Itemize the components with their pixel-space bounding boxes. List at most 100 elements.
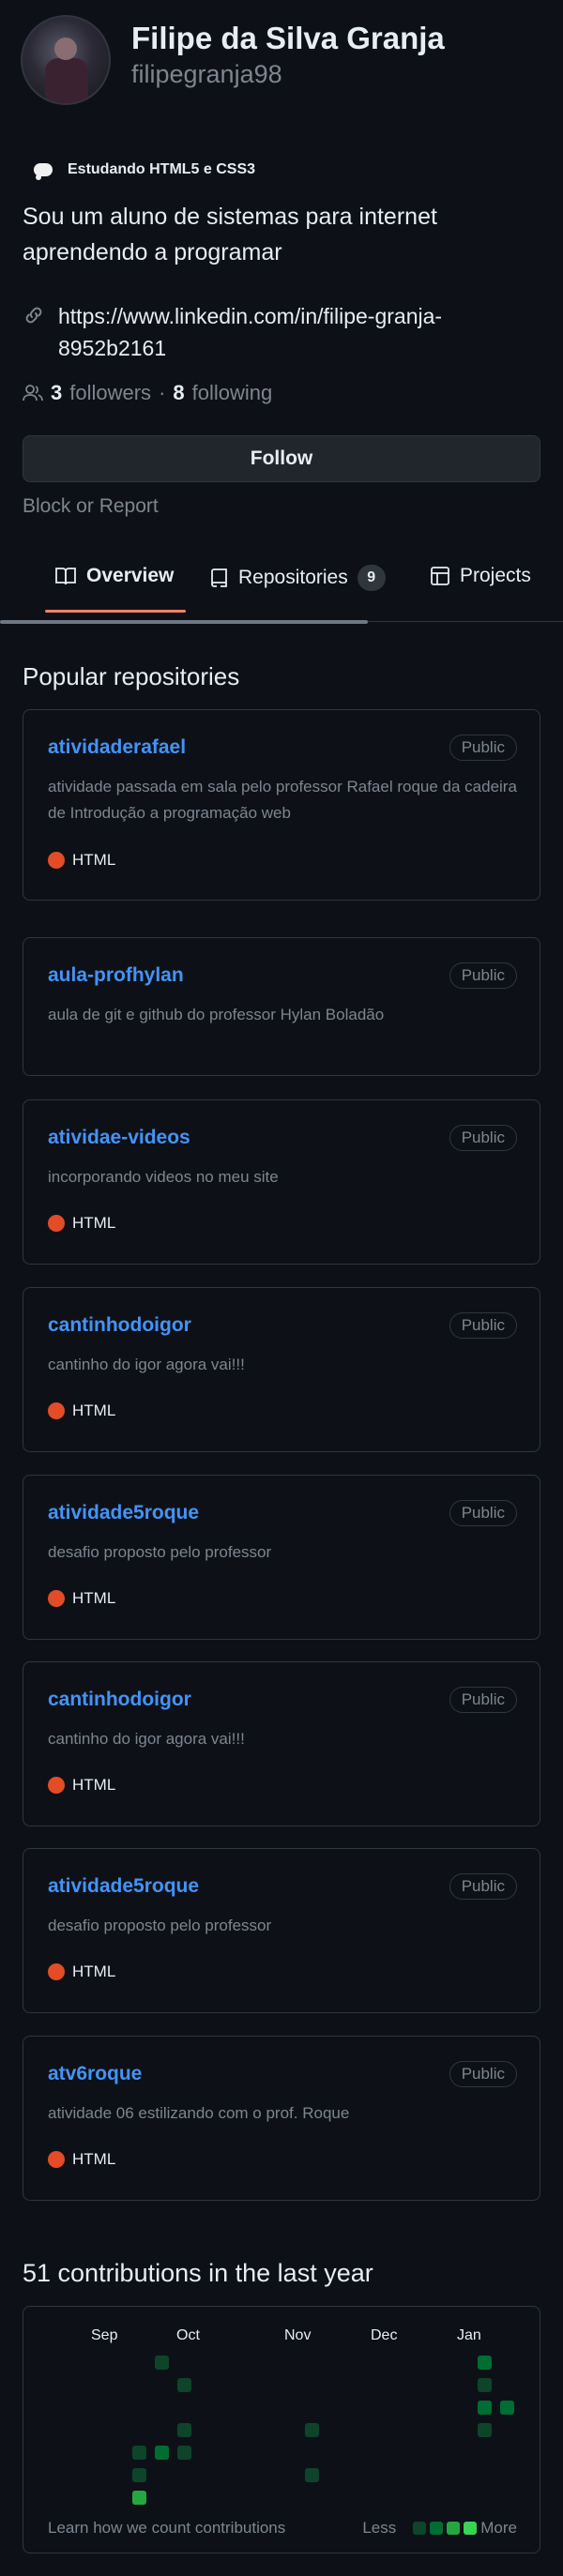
language-name: HTML: [72, 1402, 116, 1419]
tab-overview[interactable]: Overview: [54, 565, 174, 587]
following-count[interactable]: 8: [173, 381, 184, 405]
contribution-cell[interactable]: [478, 2401, 492, 2415]
month-label-sep: Sep: [91, 2327, 118, 2343]
contribution-calendar: Sep Oct Nov Dec Jan: [91, 2327, 514, 2505]
repo-language: HTML: [48, 1214, 115, 1233]
legend-less: Less: [362, 2519, 397, 2537]
people-icon: [23, 385, 43, 402]
language-color-dot: [48, 1215, 65, 1232]
visibility-badge: Public: [449, 1500, 517, 1526]
repo-name[interactable]: atividae-videos: [48, 1127, 190, 1149]
repo-name[interactable]: atividade5roque: [48, 1502, 199, 1524]
avatar[interactable]: [21, 15, 111, 105]
followers-count[interactable]: 3: [51, 381, 62, 405]
profile-link[interactable]: https://www.linkedin.com/in/filipe-granj…: [23, 300, 529, 364]
contribution-graph: Sep Oct Nov Dec Jan Learn how we count c…: [23, 2306, 540, 2553]
contribution-cell[interactable]: [177, 2378, 191, 2392]
profile-bio: Sou um aluno de sistemas para internet a…: [23, 204, 437, 265]
repo-name[interactable]: aula-profhylan: [48, 964, 184, 987]
contribution-cell[interactable]: [132, 2491, 146, 2505]
profile-status[interactable]: Estudando HTML5 e CSS3: [32, 161, 256, 180]
link-icon: [25, 307, 42, 324]
repo-language: HTML: [48, 1776, 115, 1795]
language-color-dot: [48, 1590, 65, 1607]
repo-description: desafio proposto pelo professor: [48, 1917, 272, 1934]
language-name: HTML: [72, 1962, 116, 1980]
contribution-cell[interactable]: [500, 2401, 514, 2415]
language-color-dot: [48, 1963, 65, 1980]
legend-level-3: [447, 2522, 461, 2535]
tabs-scrollbar[interactable]: [0, 620, 368, 624]
contribution-cell[interactable]: [305, 2423, 319, 2437]
repo-card[interactable]: atividade5roque Public desafio proposto …: [23, 1848, 540, 2013]
repositories-counter: 9: [357, 565, 386, 591]
repo-name[interactable]: atv6roque: [48, 2063, 142, 2085]
repo-name[interactable]: cantinhodoigor: [48, 1689, 191, 1711]
separator: ·: [159, 381, 166, 404]
contribution-cell[interactable]: [177, 2446, 191, 2460]
followers-label[interactable]: followers: [69, 381, 151, 405]
repo-name[interactable]: atividade5roque: [48, 1875, 199, 1898]
repo-description: desafio proposto pelo professor: [48, 1543, 272, 1561]
profile-login: filipegranja98: [131, 60, 282, 88]
follow-button[interactable]: Follow: [23, 435, 540, 482]
legend-level-4: [464, 2522, 478, 2535]
repo-description: atividade passada em sala pelo professor…: [48, 778, 517, 822]
visibility-badge: Public: [449, 735, 517, 761]
book-icon: [55, 568, 76, 585]
contribution-cell[interactable]: [132, 2446, 146, 2460]
visibility-badge: Public: [449, 1687, 517, 1713]
tab-repositories[interactable]: Repositories 9: [210, 565, 386, 591]
language-name: HTML: [72, 1776, 116, 1794]
contribution-cell[interactable]: [155, 2356, 169, 2370]
repo-name[interactable]: cantinhodoigor: [48, 1314, 191, 1337]
tab-projects[interactable]: Projects: [430, 565, 531, 587]
contribution-cell[interactable]: [155, 2446, 169, 2460]
repo-name[interactable]: atividaderafael: [48, 736, 186, 759]
language-name: HTML: [72, 1214, 116, 1232]
language-color-dot: [48, 2151, 65, 2168]
repo-card[interactable]: atividae-videos Public incorporando vide…: [23, 1099, 540, 1265]
visibility-badge: Public: [449, 1873, 517, 1900]
table-icon: [431, 567, 449, 585]
repo-description: incorporando videos no meu site: [48, 1168, 279, 1186]
legend-level-1: [413, 2522, 427, 2535]
contributions-title: 51 contributions in the last year: [23, 2259, 373, 2287]
repo-card[interactable]: cantinhodoigor Public cantinho do igor a…: [23, 1661, 540, 1826]
popular-repos-title: Popular repositories: [23, 662, 240, 690]
contribution-cell[interactable]: [478, 2378, 492, 2392]
learn-contributions-link[interactable]: Learn how we count contributions: [48, 2519, 362, 2538]
repo-language: HTML: [48, 851, 115, 870]
repo-language: HTML: [48, 1962, 115, 1981]
profile-header: Filipe da Silva Granja filipegranja98: [0, 0, 563, 127]
repo-card[interactable]: atividaderafael Public atividade passada…: [23, 709, 540, 901]
language-color-dot: [48, 852, 65, 869]
contribution-cell[interactable]: [305, 2468, 319, 2482]
avatar-figure-head: [54, 38, 77, 60]
profile-tabs: Overview Repositories 9 Projects: [0, 544, 563, 627]
repo-card[interactable]: aula-profhylan Public aula de git e gith…: [23, 937, 540, 1076]
link-text[interactable]: https://www.linkedin.com/in/filipe-granj…: [58, 300, 529, 364]
contribution-cell[interactable]: [478, 2356, 492, 2370]
tab-label: Repositories: [238, 567, 348, 588]
contribution-cell[interactable]: [132, 2468, 146, 2482]
visibility-badge: Public: [449, 1312, 517, 1339]
visibility-badge: Public: [449, 962, 517, 989]
follow-stats: 3 followers · 8 following: [23, 381, 272, 405]
repo-card[interactable]: cantinhodoigor Public cantinho do igor a…: [23, 1287, 540, 1452]
block-report-link[interactable]: Block or Report: [23, 495, 159, 518]
following-label[interactable]: following: [192, 381, 273, 405]
repo-card[interactable]: atv6roque Public atividade 06 estilizand…: [23, 2036, 540, 2201]
language-name: HTML: [72, 2150, 116, 2168]
language-color-dot: [48, 1402, 65, 1419]
month-label-jan: Jan: [457, 2327, 481, 2343]
language-color-dot: [48, 1777, 65, 1794]
legend-more: More: [480, 2519, 517, 2537]
contribution-cell[interactable]: [478, 2423, 492, 2437]
status-text: Estudando HTML5 e CSS3: [68, 161, 256, 177]
repo-description: cantinho do igor agora vai!!!: [48, 1730, 245, 1748]
contribution-cell[interactable]: [177, 2423, 191, 2437]
repo-description: cantinho do igor agora vai!!!: [48, 1356, 245, 1373]
repo-language: HTML: [48, 2150, 115, 2169]
repo-card[interactable]: atividade5roque Public desafio proposto …: [23, 1475, 540, 1640]
